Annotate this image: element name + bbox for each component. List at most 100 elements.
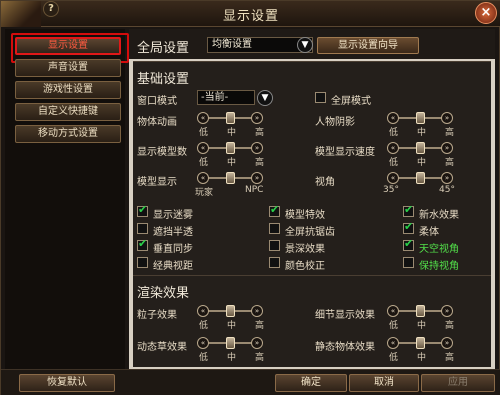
checkbox-label: 经典视距 (153, 261, 193, 272)
restore-defaults-button[interactable]: 恢复默认 (19, 374, 115, 392)
checkbox-label: 柔体 (419, 227, 439, 238)
slider-right-icon[interactable]: » (441, 305, 453, 317)
char-shadow-label: 人物阴影 (315, 117, 355, 128)
slider-left-icon[interactable]: « (387, 112, 399, 124)
sidebar-item-display[interactable]: 显示设置 (11, 33, 129, 63)
sidebar-item-gameplay[interactable]: 游戏性设置 (15, 81, 121, 99)
checkbox[interactable] (137, 203, 148, 217)
static-object-label: 静态物体效果 (315, 342, 375, 353)
checkbox[interactable] (269, 203, 280, 217)
checkbox[interactable] (269, 223, 280, 234)
grass-label: 动态草效果 (137, 342, 187, 353)
slider-left-icon[interactable]: « (387, 142, 399, 154)
cancel-button[interactable]: 取消 (349, 374, 419, 392)
checkbox[interactable] (403, 220, 414, 234)
apply-button[interactable]: 应用 (421, 374, 495, 392)
footer-bar: 恢复默认 确定 取消 应用 (1, 369, 500, 395)
checkbox[interactable] (137, 237, 148, 251)
slider-knob[interactable] (416, 337, 425, 349)
slider-knob[interactable] (416, 142, 425, 154)
slider-right-icon[interactable]: » (251, 305, 263, 317)
checkbox-label: 显示迷雾 (153, 210, 193, 221)
sidebar-item-hotkeys[interactable]: 自定义快捷键 (15, 103, 121, 121)
render-section: 渲染效果 粒子效果 « » 低 中 高 细节显示效果 « » 低 中 高 动态草… (133, 275, 491, 367)
checkbox-label: 保持视角 (419, 261, 459, 272)
model-count-slider[interactable]: « » (197, 142, 263, 154)
display-wizard-button[interactable]: 显示设置向导 (317, 37, 419, 54)
char-shadow-slider[interactable]: « » (387, 112, 453, 124)
basic-settings-section: 基础设置 窗口模式 -当前- ▼ 全屏模式 物体动画 « » 低 中 高 人物阴… (133, 61, 491, 297)
checkbox-label: 全屏抗锯齿 (285, 227, 335, 238)
detail-label: 细节显示效果 (315, 310, 375, 321)
slider-right-icon[interactable]: » (251, 112, 263, 124)
slider-left-icon[interactable]: « (387, 305, 399, 317)
slider-knob[interactable] (226, 172, 235, 184)
settings-content: 全局设置 均衡设置 ▼ 显示设置向导 基础设置 窗口模式 -当前- ▼ 全屏模式… (129, 29, 495, 369)
title-bar[interactable]: ? 显示设置 × (1, 1, 500, 27)
checkbox-label: 天空视角 (419, 244, 459, 255)
object-animation-slider[interactable]: « » (197, 112, 263, 124)
slider-right-icon[interactable]: » (441, 112, 453, 124)
checkbox-label: 模型特效 (285, 210, 325, 221)
slider-left-icon[interactable]: « (387, 337, 399, 349)
slider-left-icon[interactable]: « (197, 337, 209, 349)
model-display-label: 模型显示 (137, 177, 177, 188)
checkbox-label: 景深效果 (285, 244, 325, 255)
model-display-slider[interactable]: « » (197, 172, 263, 184)
view-angle-slider[interactable]: « » (387, 172, 453, 184)
window-title: 显示设置 (222, 9, 279, 24)
checkbox[interactable] (137, 257, 148, 268)
slider-right-icon[interactable]: » (251, 337, 263, 349)
slider-right-icon[interactable]: » (441, 172, 453, 184)
window-mode-label: 窗口模式 (137, 96, 177, 107)
view-angle-label: 视角 (315, 177, 335, 188)
checkbox[interactable] (269, 240, 280, 251)
slider-knob[interactable] (226, 337, 235, 349)
sidebar-item-sound[interactable]: 声音设置 (15, 59, 121, 77)
slider-knob[interactable] (416, 305, 425, 317)
model-speed-label: 模型显示速度 (315, 147, 375, 158)
slider-left-icon[interactable]: « (197, 172, 209, 184)
slider-left-icon[interactable]: « (197, 142, 209, 154)
fullscreen-checkbox[interactable] (315, 92, 326, 103)
checkbox-label: 垂直同步 (153, 244, 193, 255)
model-speed-slider[interactable]: « » (387, 142, 453, 154)
settings-window: ? 显示设置 × 显示设置 声音设置 游戏性设置 自定义快捷键 移动方式设置 全… (0, 0, 500, 395)
particle-label: 粒子效果 (137, 310, 177, 321)
slider-left-icon[interactable]: « (197, 112, 209, 124)
checkbox[interactable] (403, 257, 414, 268)
slider-knob[interactable] (226, 142, 235, 154)
checkbox-label: 遮挡半透 (153, 227, 193, 238)
basic-settings-title: 基础设置 (137, 72, 190, 87)
ok-button[interactable]: 确定 (275, 374, 347, 392)
close-button[interactable]: × (475, 2, 497, 24)
particle-slider[interactable]: « » (197, 305, 263, 317)
checkbox[interactable] (137, 223, 148, 234)
sidebar: 显示设置 声音设置 游戏性设置 自定义快捷键 移动方式设置 (5, 29, 129, 369)
slider-right-icon[interactable]: » (441, 337, 453, 349)
detail-slider[interactable]: « » (387, 305, 453, 317)
chevron-down-icon[interactable]: ▼ (297, 37, 313, 53)
slider-knob[interactable] (226, 305, 235, 317)
chevron-down-icon[interactable]: ▼ (257, 90, 273, 106)
slider-right-icon[interactable]: » (251, 142, 263, 154)
sidebar-item-movement[interactable]: 移动方式设置 (15, 125, 121, 143)
checkbox[interactable] (403, 237, 414, 251)
static-object-slider[interactable]: « » (387, 337, 453, 349)
window-mode-select[interactable]: -当前- (197, 90, 255, 105)
checkbox[interactable] (403, 203, 414, 217)
fullscreen-label: 全屏模式 (331, 96, 371, 107)
slider-left-icon[interactable]: « (197, 305, 209, 317)
slider-left-icon[interactable]: « (387, 172, 399, 184)
checkbox-label: 新水效果 (419, 210, 459, 221)
slider-knob[interactable] (416, 172, 425, 184)
global-settings-label: 全局设置 (137, 41, 190, 56)
global-settings-bar: 全局设置 均衡设置 ▼ 显示设置向导 (129, 29, 495, 59)
render-title: 渲染效果 (137, 286, 190, 301)
slider-right-icon[interactable]: » (441, 142, 453, 154)
slider-right-icon[interactable]: » (251, 172, 263, 184)
grass-slider[interactable]: « » (197, 337, 263, 349)
checkbox[interactable] (269, 257, 280, 268)
slider-knob[interactable] (416, 112, 425, 124)
slider-knob[interactable] (226, 112, 235, 124)
